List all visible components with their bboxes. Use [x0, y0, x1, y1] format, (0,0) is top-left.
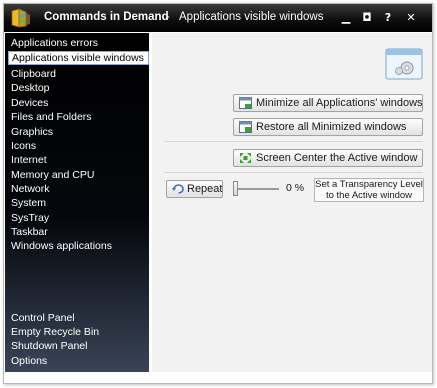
sidebar-item-devices[interactable]: Devices [8, 96, 149, 110]
minimize-all-label: Minimize all Applications' windows [256, 97, 423, 109]
app-window: Commands in Demand - Applications visibl… [3, 3, 433, 384]
transparency-label-line1: Set a Transparency Level [315, 179, 423, 190]
restore-button[interactable]: ◘ [356, 9, 378, 27]
sidebar-item-taskbar[interactable]: Taskbar [8, 225, 149, 239]
sidebar-item-empty-recycle-bin[interactable]: Empty Recycle Bin [8, 325, 149, 339]
minimize-all-button[interactable]: Minimize all Applications' windows [233, 94, 423, 112]
restore-all-button[interactable]: Restore all Minimized windows [233, 118, 423, 136]
set-transparency-button[interactable]: Set a Transparency Level to the Active w… [314, 178, 424, 202]
restore-all-label: Restore all Minimized windows [256, 121, 407, 133]
minimize-window-icon [239, 97, 252, 109]
minimize-icon: ▁ [341, 11, 351, 24]
sidebar-item-control-panel[interactable]: Control Panel [8, 311, 149, 325]
transparency-slider-track[interactable] [235, 188, 279, 190]
help-button[interactable]: ? [377, 9, 399, 27]
sidebar-item-windows-applications[interactable]: Windows applications [8, 239, 149, 253]
app-title: Commands in Demand [44, 11, 169, 23]
restore-icon: ◘ [362, 11, 372, 24]
repeat-button[interactable]: Repeat [166, 180, 223, 198]
repeat-icon [172, 184, 184, 194]
minimize-button[interactable]: ▁ [335, 9, 357, 27]
sidebar-item-applications-visible-windows[interactable]: Applications visible windows [8, 51, 149, 65]
window-settings-icon [385, 48, 423, 80]
restore-window-icon [239, 121, 252, 133]
sidebar-item-internet[interactable]: Internet [8, 153, 149, 167]
page-title: Applications visible windows [179, 11, 324, 23]
close-icon: ✕ [406, 11, 416, 24]
help-icon: ? [384, 11, 392, 24]
sidebar-item-graphics[interactable]: Graphics [8, 125, 149, 139]
transparency-label-line2: to the Active window [325, 189, 413, 201]
center-window-button[interactable]: Screen Center the Active window [233, 149, 423, 167]
center-window-icon [240, 153, 251, 163]
sidebar-item-systray[interactable]: SysTray [8, 211, 149, 225]
sidebar-item-desktop[interactable]: Desktop [8, 81, 149, 95]
transparency-percent: 0 % [286, 182, 305, 194]
sidebar-item-files-and-folders[interactable]: Files and Folders [8, 110, 149, 124]
repeat-label: Repeat [187, 183, 223, 195]
app-logo-icon [11, 8, 30, 28]
sidebar-item-network[interactable]: Network [8, 182, 149, 196]
main-panel: Minimize all Applications' windows Resto… [152, 33, 432, 372]
sidebar-item-applications-errors[interactable]: Applications errors [8, 36, 149, 50]
sidebar: Applications errors Applications visible… [5, 33, 149, 372]
transparency-slider-thumb[interactable] [233, 181, 238, 196]
sidebar-item-options[interactable]: Options [8, 354, 149, 368]
divider [164, 141, 423, 142]
sidebar-item-system[interactable]: System [8, 196, 149, 210]
divider [164, 172, 423, 173]
title-separator: - [166, 11, 170, 23]
sidebar-item-memory-and-cpu[interactable]: Memory and CPU [8, 168, 149, 182]
sidebar-item-shutdown-panel[interactable]: Shutdown Panel [8, 339, 149, 353]
title-bar[interactable]: Commands in Demand - Applications visibl… [4, 4, 432, 32]
sidebar-item-icons[interactable]: Icons [8, 139, 149, 153]
sidebar-item-clipboard[interactable]: Clipboard [8, 67, 149, 81]
center-window-label: Screen Center the Active window [256, 152, 418, 164]
close-button[interactable]: ✕ [400, 9, 422, 27]
